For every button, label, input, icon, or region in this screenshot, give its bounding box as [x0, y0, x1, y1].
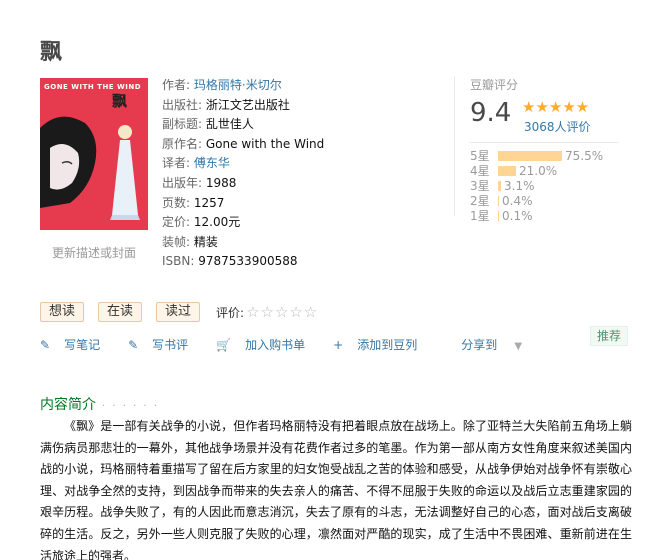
info-publisher-label: 出版社: [162, 97, 203, 112]
info-year-label: 出版年: [162, 175, 203, 190]
rating-score: 9.4 [470, 98, 512, 128]
pencil-icon: ✎ [128, 338, 139, 352]
rating-distribution: 5星 75.5% 4星 21.0% 3星 3.1% 2星 0.4% 1星 0.1… [470, 148, 604, 224]
info-original-value: Gone with the Wind [205, 136, 325, 151]
add-to-doulist-label: 添加到豆列 [357, 338, 418, 352]
rating-bar-percent: 0.1% [502, 208, 533, 223]
rating-bar-fill [498, 210, 499, 221]
info-author-label: 作者: [162, 78, 191, 92]
cover-title-text: 飘 [112, 92, 128, 110]
rating-bar-2: 2星 0.4% [470, 193, 603, 209]
cover-face-illustration [40, 116, 97, 208]
rating-bar-percent: 3.1% [504, 178, 535, 193]
info-pages-value: 1257 [193, 195, 225, 210]
info-isbn-value: 9787533900588 [198, 254, 298, 269]
info-subtitle-label: 副标题: [162, 117, 203, 132]
rating-bar-percent: 0.4% [502, 193, 533, 208]
rating-stars-icon: ★★★★★ [522, 98, 590, 116]
rating-separator [454, 76, 455, 216]
info-original-label: 原作名: [162, 136, 203, 151]
info-binding-label: 装帧: [162, 234, 191, 249]
info-isbn-label: ISBN: [162, 254, 195, 269]
pencil-icon: ✎ [40, 338, 51, 352]
book-info: 作者: 玛格丽特·米切尔 出版社: 浙江文艺出版社 副标题: 乱世佳人 原作名:… [162, 76, 324, 272]
rating-bar-1: 1星 0.1% [470, 208, 603, 224]
rating-bar-3: 3星 3.1% [470, 178, 603, 194]
reading-button[interactable]: 在读 [98, 302, 143, 322]
reading-status-buttons: 想读 在读 读过 评价: ☆☆☆☆☆ [40, 302, 318, 322]
info-original-row: 原作名: Gone with the Wind [162, 135, 324, 155]
info-pages-row: 页数: 1257 [162, 194, 324, 214]
info-isbn-row: ISBN: 9787533900588 [162, 252, 324, 272]
intro-text: 《飘》是一部有关战争的小说，但作者玛格丽特没有把着眼点放在战场上。除了亚特兰大失… [40, 419, 632, 560]
add-to-cart-label: 加入购书单 [245, 338, 306, 352]
cover-dress-figure [110, 125, 140, 220]
want-to-read-button[interactable]: 想读 [40, 302, 85, 322]
write-review-link[interactable]: ✎ 写书评 [128, 336, 202, 353]
info-translator-row: 译者: 傅东华 [162, 154, 324, 174]
rating-bar-4: 4星 21.0% [470, 163, 603, 179]
share-dropdown[interactable]: 分享到 ▼ [461, 336, 536, 353]
add-to-cart-link[interactable]: 🛒 加入购书单 [216, 336, 319, 353]
book-title: 飘 [40, 40, 63, 65]
info-year-row: 出版年: 1988 [162, 174, 324, 194]
update-cover-link[interactable]: 更新描述或封面 [40, 244, 148, 261]
rate-stars-icon[interactable]: ☆☆☆☆☆ [246, 303, 318, 321]
rating-bar-fill [498, 150, 562, 161]
info-price-row: 定价: 12.00元 [162, 213, 324, 233]
rating-bar-percent: 21.0% [519, 163, 558, 178]
write-note-label: 写笔记 [64, 338, 101, 352]
rating-bar-label: 1星 [470, 209, 490, 223]
rating-bar-fill [498, 195, 499, 206]
plus-icon: + [333, 338, 344, 352]
write-review-label: 写书评 [152, 338, 189, 352]
rating-divider [470, 142, 618, 143]
info-translator-label: 译者: [162, 156, 191, 171]
info-author-row: 作者: 玛格丽特·米切尔 [162, 76, 324, 96]
cart-icon: 🛒 [216, 338, 232, 352]
rating-bar-fill [498, 165, 516, 176]
intro-title-dots: · · · · · · [102, 401, 159, 412]
have-read-button[interactable]: 读过 [156, 302, 201, 322]
info-publisher-row: 出版社: 浙江文艺出版社 [162, 96, 324, 116]
book-cover[interactable]: GONE WITH THE WIND 飘 [40, 78, 148, 230]
info-binding-row: 装帧: 精装 [162, 233, 324, 253]
action-links: ✎ 写笔记 ✎ 写书评 🛒 加入购书单 + 添加到豆列 分享到 ▼ [40, 336, 550, 353]
rating-count-link[interactable]: 3068人评价 [524, 118, 591, 135]
info-pages-label: 页数: [162, 195, 191, 210]
info-year-value: 1988 [205, 175, 237, 190]
info-publisher-value: 浙江文艺出版社 [205, 97, 290, 112]
rating-panel: 豆瓣评分 9.4 ★★★★★ 3068人评价 [454, 76, 618, 216]
add-to-doulist-link[interactable]: + 添加到豆列 [333, 336, 431, 353]
intro-section-title: 内容简介 · · · · · · [40, 394, 159, 414]
author-link[interactable]: 玛格丽特·米切尔 [194, 78, 282, 92]
info-subtitle-row: 副标题: 乱世佳人 [162, 115, 324, 135]
rating-bar-percent: 75.5% [565, 148, 604, 163]
intro-title-text: 内容简介 [40, 397, 96, 413]
translator-link[interactable]: 傅东华 [194, 156, 230, 170]
rating-bar-fill [498, 180, 501, 191]
chevron-down-icon: ▼ [511, 341, 523, 352]
rate-label: 评价: [216, 305, 245, 320]
info-price-label: 定价: [162, 215, 191, 230]
info-subtitle-value: 乱世佳人 [205, 117, 254, 132]
write-note-link[interactable]: ✎ 写笔记 [40, 336, 114, 353]
info-binding-value: 精装 [193, 234, 218, 249]
rating-label: 豆瓣评分 [470, 78, 519, 92]
recommend-button[interactable]: 推荐 [590, 326, 628, 346]
info-price-value: 12.00元 [193, 215, 241, 230]
rating-bar-5: 5星 75.5% [470, 148, 604, 164]
share-label: 分享到 [461, 338, 498, 352]
